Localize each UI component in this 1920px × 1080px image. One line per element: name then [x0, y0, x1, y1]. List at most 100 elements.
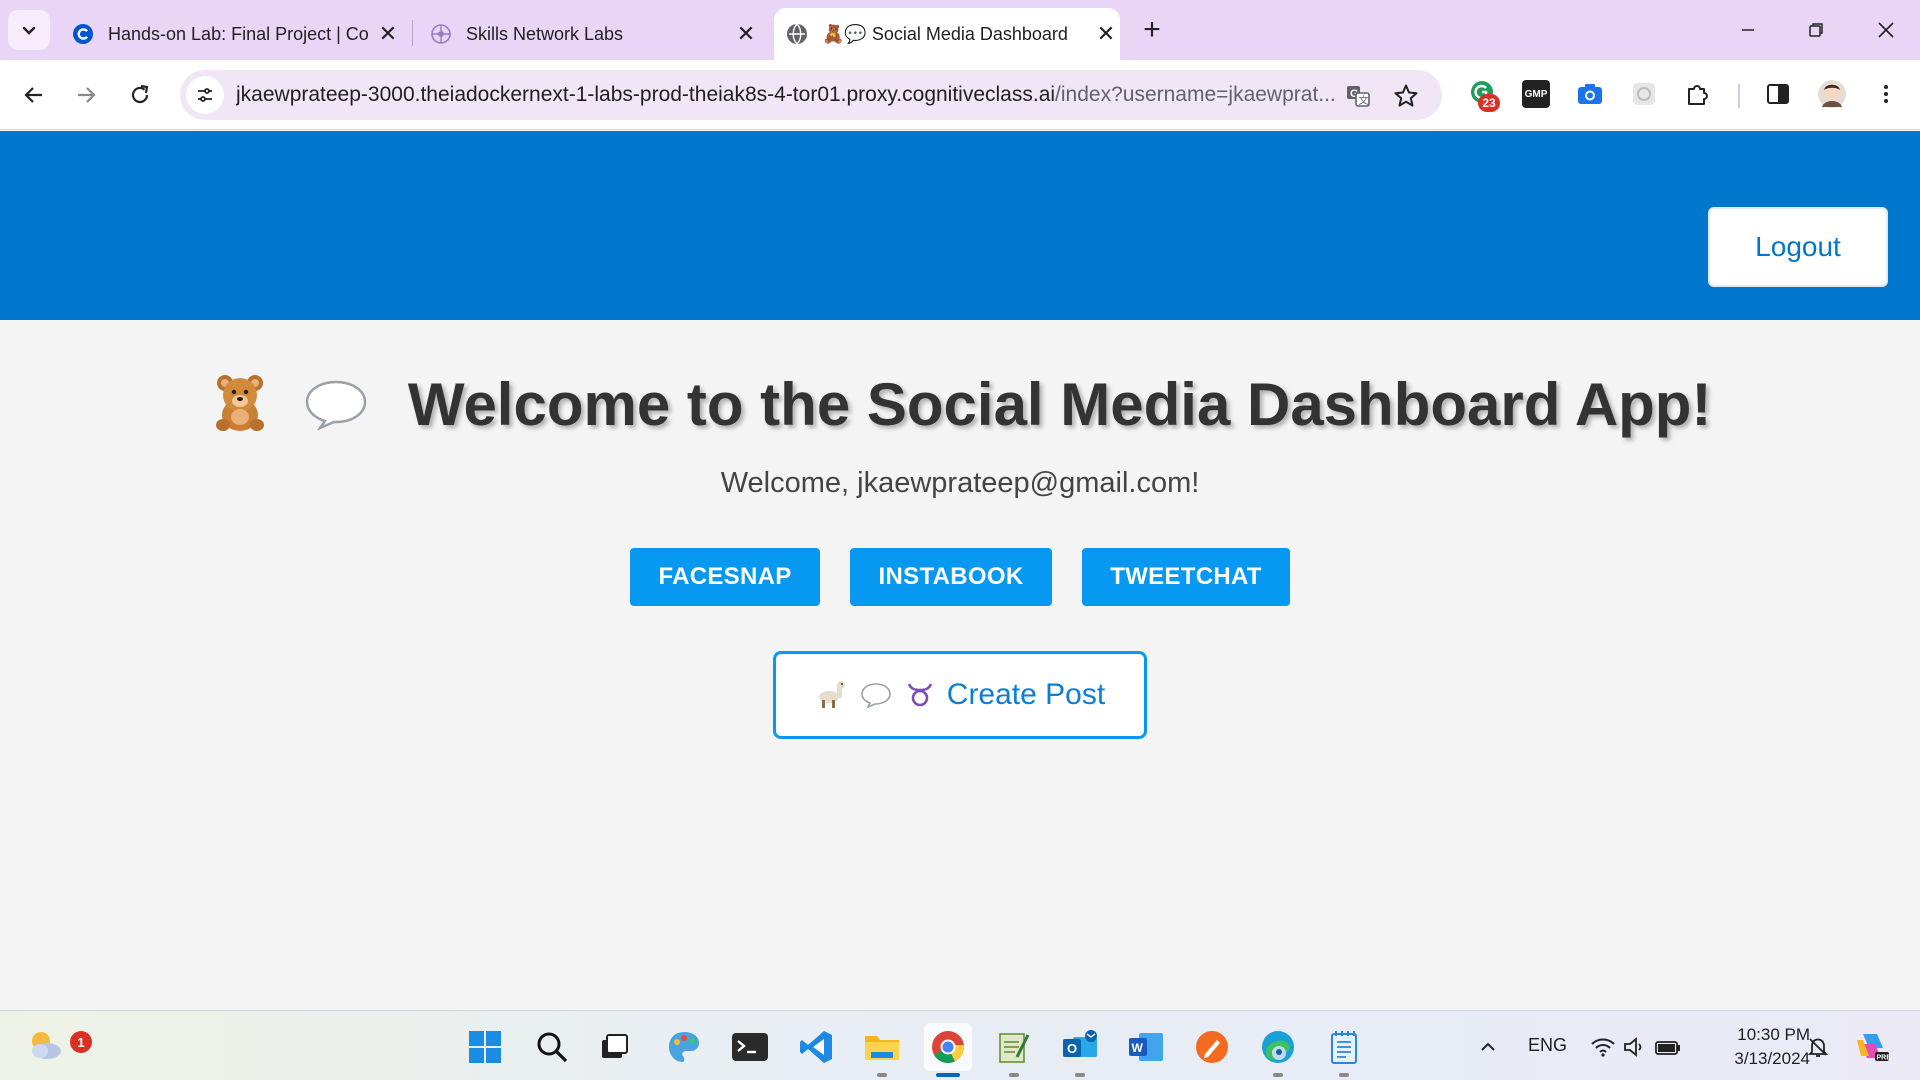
search-button[interactable]: [528, 1023, 576, 1071]
taurus-icon: [905, 680, 935, 710]
notification-badge: 1: [70, 1031, 92, 1053]
restore-button[interactable]: [1786, 8, 1846, 52]
running-indicator: [936, 1073, 960, 1077]
file-explorer-icon: [865, 1036, 899, 1060]
close-icon[interactable]: ✕: [732, 20, 760, 48]
side-panel-icon[interactable]: [1760, 76, 1796, 112]
outlook-app[interactable]: O: [1056, 1023, 1104, 1077]
running-indicator: [877, 1073, 887, 1077]
svg-text:O: O: [1067, 1041, 1077, 1056]
coursera-icon: [72, 23, 94, 45]
close-icon[interactable]: ✕: [374, 20, 402, 48]
new-tab-button[interactable]: +: [1136, 12, 1168, 48]
extension-badge: 23: [1478, 94, 1500, 112]
instabook-button[interactable]: INSTABOOK: [850, 548, 1052, 606]
battery-icon: [1655, 1041, 1680, 1055]
outlook-icon: O: [1063, 1030, 1097, 1057]
weather-widget[interactable]: 1: [22, 1021, 92, 1069]
pen-app[interactable]: [1188, 1023, 1236, 1071]
title-text: Welcome to the Social Media Dashboard Ap…: [407, 371, 1712, 438]
facesnap-button[interactable]: FACESNAP: [630, 548, 820, 606]
gmp-extension-icon[interactable]: GMP: [1518, 76, 1554, 112]
notepad-app[interactable]: [1320, 1023, 1368, 1077]
tab-skills-network[interactable]: Skills Network Labs ✕: [420, 8, 760, 60]
tweetchat-button[interactable]: TWEETCHAT: [1082, 548, 1290, 606]
terminal-icon: [732, 1033, 768, 1061]
browser-toolbar: jkaewprateep-3000.theiadockernext-1-labs…: [0, 60, 1920, 130]
copilot-button[interactable]: PRE: [1848, 1023, 1896, 1071]
bookmark-star-icon[interactable]: [1392, 82, 1420, 110]
tab-social-media-dashboard[interactable]: 🧸💬 Social Media Dashboard ✕: [774, 8, 1120, 60]
windows-taskbar: 1 O W ENG 10:30 PM 3/13/2024 PRE: [0, 1010, 1920, 1080]
back-button[interactable]: [12, 73, 56, 117]
url-path: /index?username=jkaewprat...: [1055, 83, 1336, 106]
reload-button[interactable]: [118, 73, 162, 117]
site-info-button[interactable]: [186, 76, 224, 114]
task-view-icon: [602, 1034, 628, 1058]
address-bar[interactable]: jkaewprateep-3000.theiadockernext-1-labs…: [180, 70, 1442, 120]
file-explorer-app[interactable]: [858, 1023, 906, 1077]
windows-logo-icon: [469, 1031, 501, 1063]
restore-icon: [1809, 23, 1823, 37]
svg-text:文: 文: [1359, 94, 1369, 107]
extensions-puzzle-icon[interactable]: [1680, 76, 1716, 112]
running-indicator: [1075, 1073, 1085, 1077]
vscode-app[interactable]: [792, 1023, 840, 1071]
tab-title: Skills Network Labs: [466, 23, 624, 44]
globe-icon: [786, 23, 808, 45]
edge-app[interactable]: [1254, 1023, 1302, 1077]
network-status[interactable]: [1586, 1023, 1686, 1071]
url-text[interactable]: jkaewprateep-3000.theiadockernext-1-labs…: [236, 83, 1340, 107]
chrome-app[interactable]: [924, 1023, 972, 1077]
close-icon: [1878, 22, 1894, 38]
terminal-app[interactable]: [726, 1023, 774, 1071]
profile-avatar[interactable]: [1814, 76, 1850, 112]
system-clock[interactable]: 10:30 PM 3/13/2024: [1700, 1023, 1810, 1071]
tab-title: 🧸💬 Social Media Dashboard: [822, 23, 1068, 44]
minimize-icon: [1742, 29, 1754, 31]
word-icon: W: [1129, 1033, 1163, 1061]
svg-text:PRE: PRE: [1877, 1055, 1892, 1062]
llama-icon: [815, 680, 847, 710]
logout-button[interactable]: Logout: [1708, 207, 1888, 287]
arrow-right-icon: [78, 87, 96, 103]
input-language[interactable]: ENG: [1528, 1035, 1567, 1056]
tune-icon: [198, 88, 212, 102]
grammar-extension-icon[interactable]: 23: [1466, 76, 1502, 112]
app-header: Logout: [0, 131, 1920, 320]
settings-extension-icon[interactable]: [1626, 76, 1662, 112]
clock-date: 3/13/2024: [1734, 1049, 1810, 1068]
notification-bell-icon: [1807, 1038, 1829, 1057]
arrow-left-icon: [24, 87, 42, 103]
tab-search-button[interactable]: [8, 10, 50, 50]
minimize-button[interactable]: [1718, 8, 1778, 52]
translate-icon[interactable]: G文: [1344, 82, 1372, 110]
create-post-button[interactable]: Create Post: [773, 651, 1147, 739]
tab-hands-on-lab[interactable]: Hands-on Lab: Final Project | Co ✕: [62, 8, 402, 60]
show-hidden-icons-button[interactable]: [1468, 1023, 1508, 1071]
paint-app[interactable]: [660, 1023, 708, 1071]
vscode-icon: [800, 1031, 832, 1063]
running-indicator: [1339, 1073, 1349, 1077]
close-window-button[interactable]: [1856, 8, 1916, 52]
edge-icon: [1262, 1031, 1294, 1063]
paint-icon: [669, 1032, 699, 1062]
notepad-plus-app[interactable]: [990, 1023, 1038, 1077]
word-app[interactable]: W: [1122, 1023, 1170, 1071]
notepad-plus-icon: [999, 1033, 1030, 1063]
welcome-message: Welcome, jkaewprateep@gmail.com!: [720, 467, 1200, 499]
speech-bubble-icon: [859, 681, 893, 709]
start-button[interactable]: [461, 1023, 509, 1071]
gmp-label: GMP: [1522, 80, 1550, 108]
skills-network-icon: [430, 23, 452, 45]
forward-button[interactable]: [64, 73, 108, 117]
close-icon[interactable]: ✕: [1092, 20, 1120, 48]
notifications-button[interactable]: [1796, 1023, 1840, 1071]
task-view-button[interactable]: [590, 1023, 638, 1071]
running-indicator: [1009, 1073, 1019, 1077]
menu-kebab-icon[interactable]: [1868, 76, 1904, 112]
notepad-icon: [1331, 1031, 1357, 1064]
camera-extension-icon[interactable]: [1572, 76, 1608, 112]
copilot-icon: PRE: [1857, 1034, 1892, 1062]
volume-icon: [1624, 1037, 1642, 1057]
